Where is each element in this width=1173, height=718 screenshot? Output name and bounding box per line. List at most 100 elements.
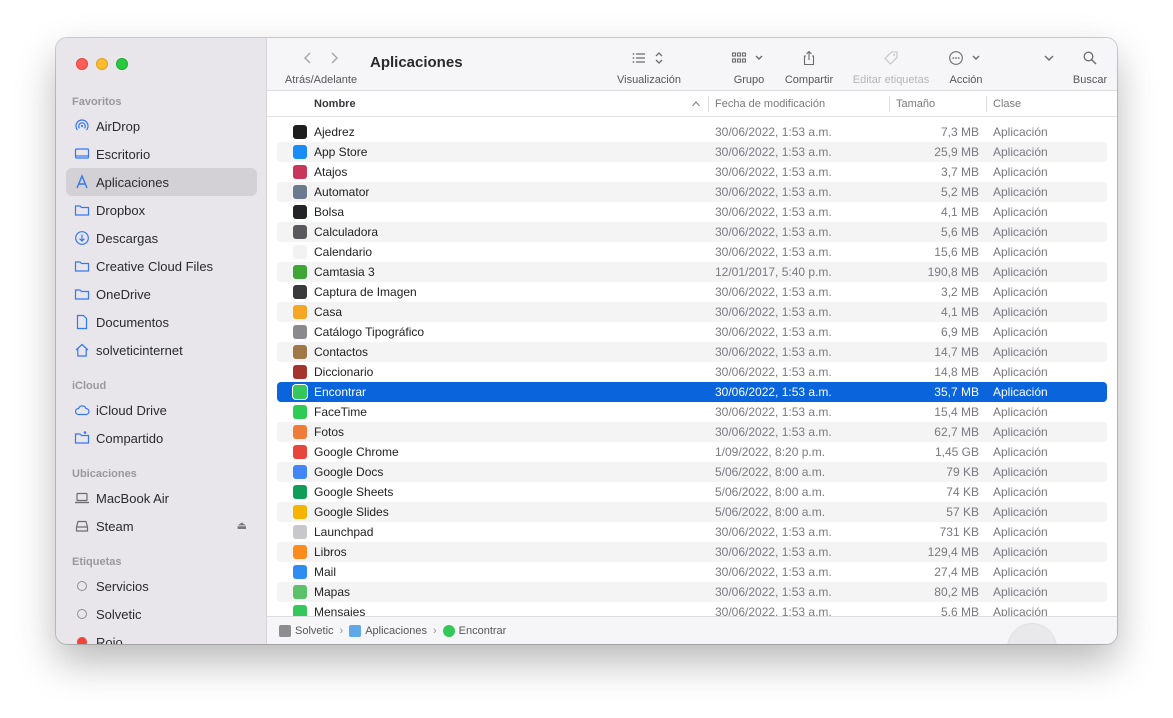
file-kind: Aplicación [993, 545, 1048, 559]
back-icon[interactable] [300, 50, 316, 69]
edit-tags-button[interactable]: Editar etiquetas [850, 50, 932, 86]
file-row[interactable]: Automator 30/06/2022, 1:53 a.m. 5,2 MB Apli… [277, 182, 1107, 202]
view-group[interactable]: Visualización [611, 50, 687, 86]
file-row[interactable]: Captura de Imagen 30/06/2022, 1:53 a.m. 3,… [277, 282, 1107, 302]
file-row[interactable]: Google Sheets 5/06/2022, 8:00 a.m. 74 KB Ap… [277, 482, 1107, 502]
file-row[interactable]: Casa 30/06/2022, 1:53 a.m. 4,1 MB Aplicació… [277, 302, 1107, 322]
sidebar-tags-heading: Etiquetas [72, 556, 122, 568]
file-row[interactable]: Catálogo Tipográfico 30/06/2022, 1:53 a.m… [277, 322, 1107, 342]
sort-ascending-icon[interactable] [691, 91, 701, 117]
toolbar-overflow-button[interactable] [1042, 50, 1056, 68]
zoom-window-button[interactable] [116, 58, 128, 70]
file-row[interactable]: Diccionario 30/06/2022, 1:53 a.m. 14,8 MB A… [277, 362, 1107, 382]
chevron-down-icon [1041, 50, 1057, 69]
sidebar-item-onedrive[interactable]: OneDrive [66, 280, 257, 308]
finder-window: Favoritos AirDrop Escritorio Aplicaciones D… [56, 38, 1117, 644]
file-row[interactable]: Google Slides 5/06/2022, 8:00 a.m. 57 KB Ap… [277, 502, 1107, 522]
sidebar-item-dropbox[interactable]: Dropbox [66, 196, 257, 224]
file-name: Encontrar [314, 385, 367, 399]
column-size-header[interactable]: Tamaño [896, 91, 935, 117]
sidebar-tag-rojo[interactable]: Rojo [66, 628, 257, 644]
file-row[interactable]: Encontrar 30/06/2022, 1:53 a.m. 35,7 MB Apl… [277, 382, 1107, 402]
sidebar-favorites-heading: Favoritos [72, 96, 122, 108]
sidebar-item-aplicaciones[interactable]: Aplicaciones [66, 168, 257, 196]
sidebar: Favoritos AirDrop Escritorio Aplicaciones D… [56, 38, 267, 644]
sidebar-item-documentos[interactable]: Documentos [66, 308, 257, 336]
file-row[interactable]: Launchpad 30/06/2022, 1:53 a.m. 731 KB Apli… [277, 522, 1107, 542]
column-name-header[interactable]: Nombre [314, 91, 356, 117]
minimize-window-button[interactable] [96, 58, 108, 70]
share-label: Compartir [784, 74, 834, 86]
app-icon [293, 505, 307, 519]
sidebar-item-icloud-drive[interactable]: iCloud Drive [66, 396, 257, 424]
share-button[interactable]: Compartir [782, 50, 836, 86]
path-item[interactable]: Encontrar [459, 625, 507, 637]
column-kind-header[interactable]: Clase [993, 91, 1021, 117]
file-row[interactable]: Camtasia 3 12/01/2017, 5:40 p.m. 190,8 MB A… [277, 262, 1107, 282]
search-button[interactable]: Buscar [1071, 50, 1109, 86]
app-icon [293, 325, 307, 339]
share-icon [801, 50, 817, 69]
sidebar-item-label: Dropbox [96, 202, 146, 218]
sidebar-item-escritorio[interactable]: Escritorio [66, 140, 257, 168]
file-name: Catálogo Tipográfico [314, 325, 425, 339]
column-date-header[interactable]: Fecha de modificación [715, 91, 825, 117]
file-name: Mensajes [314, 605, 366, 616]
desktop-icon [74, 146, 90, 162]
sidebar-tag-servicios[interactable]: Servicios [66, 572, 257, 600]
file-size: 27,4 MB [934, 565, 979, 579]
sidebar-item-macbook-air[interactable]: MacBook Air [66, 484, 257, 512]
file-name: Atajos [314, 165, 348, 179]
file-kind: Aplicación [993, 585, 1048, 599]
group-button[interactable]: Grupo [728, 50, 770, 86]
file-name-cell: Libros [293, 545, 347, 559]
file-row[interactable]: Mapas 30/06/2022, 1:53 a.m. 80,2 MB Aplicac… [277, 582, 1107, 602]
file-row[interactable]: Contactos 30/06/2022, 1:53 a.m. 14,7 MB Apl… [277, 342, 1107, 362]
path-item[interactable]: Aplicaciones [365, 625, 427, 637]
file-row[interactable]: Libros 30/06/2022, 1:53 a.m. 129,4 MB Aplic… [277, 542, 1107, 562]
file-date: 30/06/2022, 1:53 a.m. [715, 405, 832, 419]
grid-icon [731, 50, 747, 69]
file-row[interactable]: Google Docs 5/06/2022, 8:00 a.m. 79 KB Apli… [277, 462, 1107, 482]
file-row[interactable]: Mensajes 30/06/2022, 1:53 a.m. 5,6 MB Aplic… [277, 602, 1107, 616]
file-kind: Aplicación [993, 125, 1048, 139]
file-row[interactable]: Bolsa 30/06/2022, 1:53 a.m. 4,1 MB Aplicaci… [277, 202, 1107, 222]
file-row[interactable]: Atajos 30/06/2022, 1:53 a.m. 3,7 MB Aplicac… [277, 162, 1107, 182]
sidebar-item-airdrop[interactable]: AirDrop [66, 112, 257, 140]
file-row[interactable]: Ajedrez 30/06/2022, 1:53 a.m. 7,3 MB Aplica… [277, 122, 1107, 142]
action-button[interactable]: Acción [946, 50, 986, 86]
sidebar-item-creative-cloud-files[interactable]: Creative Cloud Files [66, 252, 257, 280]
file-size: 731 KB [939, 525, 979, 539]
sidebar-item-compartido[interactable]: Compartido [66, 424, 257, 452]
eject-icon[interactable]: ⏏ [237, 519, 247, 532]
file-size: 3,2 MB [940, 285, 979, 299]
file-row[interactable]: Calendario 30/06/2022, 1:53 a.m. 15,6 MB Ap… [277, 242, 1107, 262]
file-row[interactable]: App Store 30/06/2022, 1:53 a.m. 25,9 MB Apl… [277, 142, 1107, 162]
group-label: Grupo [733, 74, 765, 86]
file-name-cell: Encontrar [293, 385, 366, 399]
file-size: 4,1 MB [940, 305, 979, 319]
file-size: 62,7 MB [934, 425, 979, 439]
download-icon [74, 230, 90, 246]
file-size: 15,4 MB [934, 405, 979, 419]
file-row[interactable]: FaceTime 30/06/2022, 1:53 a.m. 15,4 MB Apli… [277, 402, 1107, 422]
sidebar-tag-solvetic[interactable]: Solvetic [66, 600, 257, 628]
file-date: 30/06/2022, 1:53 a.m. [715, 605, 832, 616]
file-name-cell: Automator [293, 185, 369, 199]
sidebar-item-steam[interactable]: Steam ⏏ [66, 512, 257, 540]
close-window-button[interactable] [76, 58, 88, 70]
sidebar-item-descargas[interactable]: Descargas [66, 224, 257, 252]
file-row[interactable]: Mail 30/06/2022, 1:53 a.m. 27,4 MB Aplicaci… [277, 562, 1107, 582]
forward-icon[interactable] [326, 50, 342, 69]
sidebar-item-solveticinternet[interactable]: solveticinternet [66, 336, 257, 364]
file-date: 30/06/2022, 1:53 a.m. [715, 125, 832, 139]
file-date: 30/06/2022, 1:53 a.m. [715, 525, 832, 539]
path-item[interactable]: Solvetic [295, 625, 334, 637]
tag-dot-icon [77, 609, 87, 619]
file-name: Automator [314, 185, 370, 199]
file-row[interactable]: Google Chrome 1/09/2022, 8:20 p.m. 1,45 GB… [277, 442, 1107, 462]
file-row[interactable]: Fotos 30/06/2022, 1:53 a.m. 62,7 MB Aplicac… [277, 422, 1107, 442]
file-row[interactable]: Calculadora 30/06/2022, 1:53 a.m. 5,6 MB Ap… [277, 222, 1107, 242]
sidebar-item-label: Rojo [96, 634, 123, 645]
updown-chevron-icon [651, 50, 667, 69]
